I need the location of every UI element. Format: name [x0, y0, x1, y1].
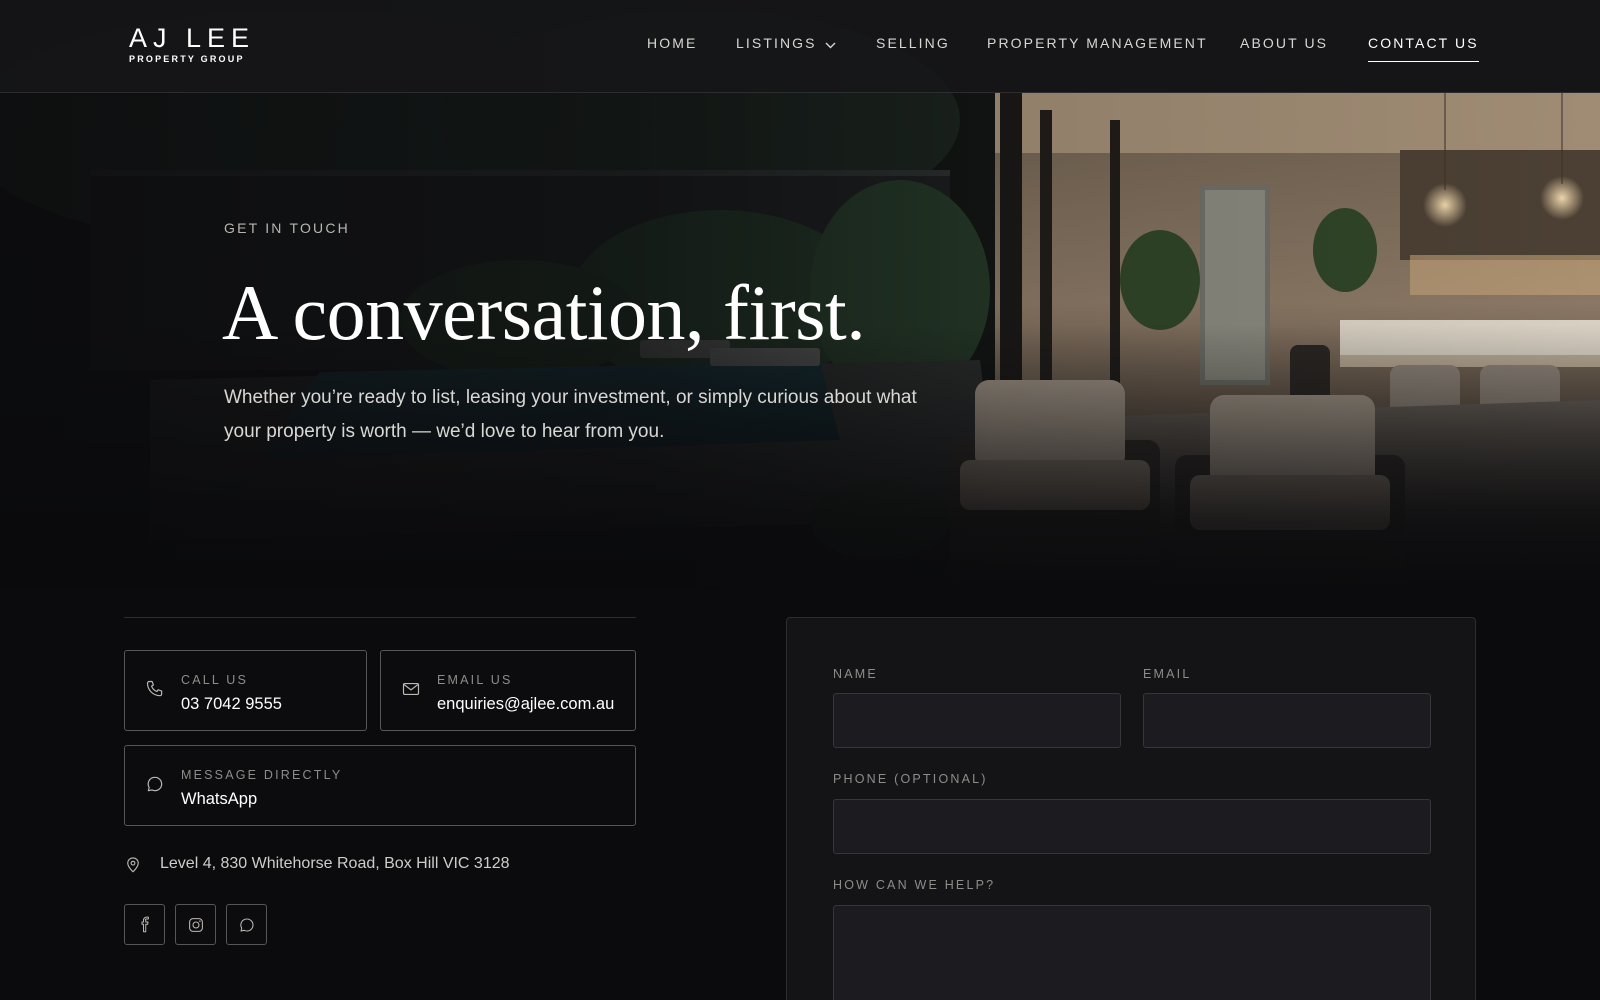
name-label: NAME — [833, 667, 878, 681]
nav-property-management[interactable]: PROPERTY MANAGEMENT — [987, 34, 1208, 62]
site-header: AJ LEE PROPERTY GROUP HOME LISTINGS SELL… — [0, 0, 1600, 93]
mail-icon — [401, 679, 421, 704]
nav-home[interactable]: HOME — [647, 34, 697, 62]
message-directly-card[interactable]: MESSAGE DIRECTLY WhatsApp — [124, 745, 636, 826]
main-nav: HOME LISTINGS SELLING PROPERTY MANAGEMEN… — [0, 34, 1600, 64]
instagram-button[interactable] — [175, 904, 216, 945]
map-pin-icon — [124, 855, 142, 880]
nav-selling[interactable]: SELLING — [876, 34, 950, 62]
email-address: enquiries@ajlee.com.au — [437, 695, 615, 713]
email-label: EMAIL — [1143, 667, 1192, 681]
address-text: Level 4, 830 Whitehorse Road, Box Hill V… — [160, 855, 510, 872]
hero-intro: Whether you’re ready to list, leasing yo… — [224, 387, 917, 442]
email-us-card[interactable]: EMAIL US enquiries@ajlee.com.au — [380, 650, 636, 731]
help-label: HOW CAN WE HELP? — [833, 878, 996, 892]
email-us-label: EMAIL US — [437, 673, 513, 687]
call-us-label: CALL US — [181, 673, 249, 687]
facebook-button[interactable] — [124, 904, 165, 945]
section-divider — [124, 617, 636, 618]
phone-field[interactable] — [833, 799, 1431, 854]
email-field[interactable] — [1143, 693, 1431, 748]
whatsapp-link: WhatsApp — [181, 790, 258, 808]
page-title: A conversation, first. — [222, 269, 866, 356]
phone-number: 03 7042 9555 — [181, 695, 282, 713]
nav-listings[interactable]: LISTINGS — [736, 34, 836, 62]
phone-icon — [145, 679, 165, 704]
chevron-down-icon — [825, 35, 836, 53]
hero-eyebrow: GET IN TOUCH — [224, 220, 350, 236]
call-us-card[interactable]: CALL US 03 7042 9555 — [124, 650, 367, 731]
message-directly-label: MESSAGE DIRECTLY — [181, 768, 343, 782]
chat-bubble-icon — [145, 774, 165, 799]
whatsapp-button[interactable] — [226, 904, 267, 945]
message-textarea[interactable] — [833, 905, 1431, 1000]
contact-form: NAME EMAIL PHONE (OPTIONAL) HOW CAN WE H… — [786, 617, 1476, 1000]
nav-contact-us[interactable]: CONTACT US — [1368, 34, 1479, 62]
nav-listings-label: LISTINGS — [736, 35, 817, 51]
name-field[interactable] — [833, 693, 1121, 748]
phone-label: PHONE (OPTIONAL) — [833, 772, 988, 786]
nav-about-us[interactable]: ABOUT US — [1240, 34, 1328, 62]
